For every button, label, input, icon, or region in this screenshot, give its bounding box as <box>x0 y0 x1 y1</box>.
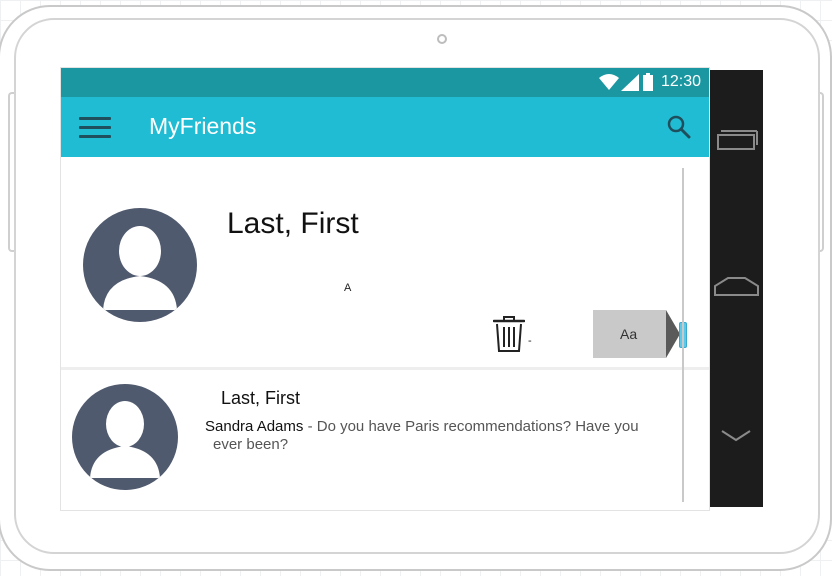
contact-name: Last, First <box>227 207 359 240</box>
camera-icon <box>437 34 447 44</box>
scrollbar-track[interactable] <box>682 168 684 502</box>
contact-card-message[interactable]: Last, First Sandra Adams - Do you have P… <box>61 370 709 510</box>
status-bar: 12:30 <box>61 68 709 97</box>
wifi-icon <box>599 74 619 90</box>
format-text-button[interactable]: Aa <box>593 310 666 358</box>
message-text-line1: Do you have Paris recommendations? Have … <box>316 418 639 435</box>
app-screen: 12:30 MyFriends Last, First A - Aa Last,… <box>60 67 710 511</box>
hamburger-menu-icon[interactable] <box>79 117 111 139</box>
avatar <box>83 208 197 322</box>
recent-apps-icon[interactable] <box>710 126 763 152</box>
status-time: 12:30 <box>660 73 701 90</box>
back-chevron-icon[interactable] <box>710 428 763 444</box>
format-button-arrow <box>666 310 680 358</box>
stray-text-dash: - <box>528 335 532 347</box>
signal-icon <box>621 74 639 91</box>
trash-icon[interactable] <box>493 315 525 353</box>
app-bar: MyFriends <box>61 97 709 157</box>
home-icon[interactable] <box>710 274 763 298</box>
android-nav-bar <box>710 70 763 507</box>
avatar <box>72 384 178 490</box>
stray-text-a: A <box>344 282 352 294</box>
app-title: MyFriends <box>149 113 257 139</box>
battery-icon <box>643 73 653 91</box>
format-text-label: Aa <box>620 326 638 342</box>
contact-name: Last, First <box>221 388 301 408</box>
contact-card-expanded[interactable]: Last, First A - Aa <box>61 157 709 370</box>
message-text-line2: ever been? <box>213 436 289 453</box>
message-separator: - <box>303 418 317 435</box>
message-sender: Sandra Adams <box>205 418 304 435</box>
search-icon[interactable] <box>667 115 691 139</box>
message-preview: Sandra Adams - Do you have Paris recomme… <box>205 418 675 454</box>
